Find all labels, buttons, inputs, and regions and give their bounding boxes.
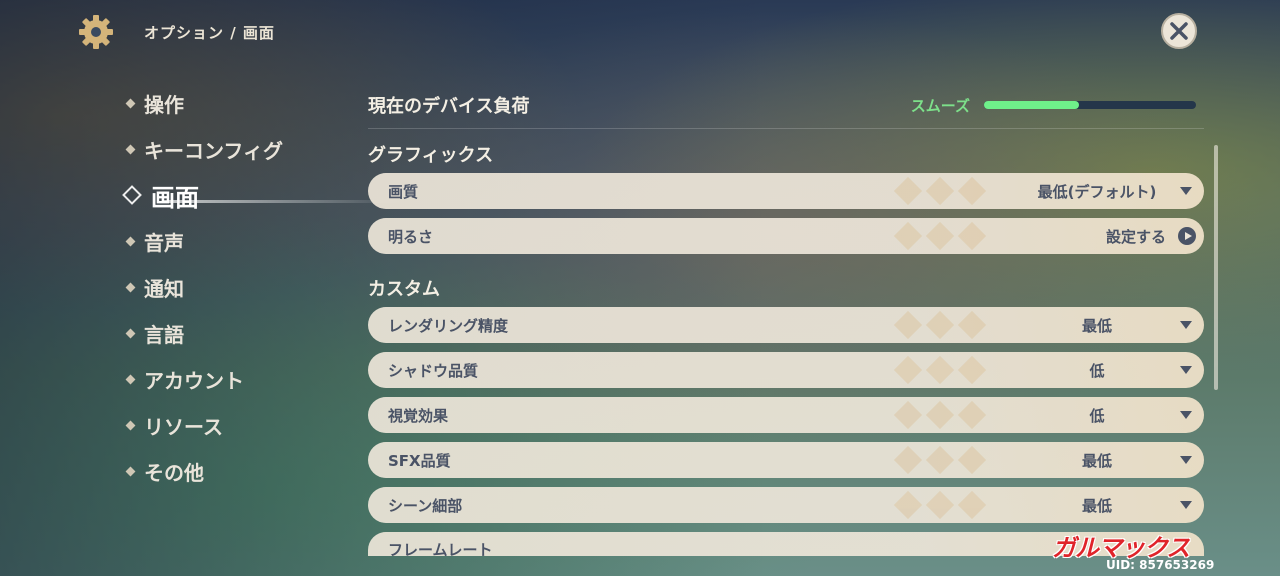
sidebar-item-graphics[interactable]: 画面 <box>122 172 402 218</box>
header: オプション / 画面 <box>78 14 275 50</box>
sidebar-item-notifications[interactable]: 通知 <box>122 264 342 310</box>
sidebar-item-label: 音声 <box>144 230 184 255</box>
sidebar-item-controls[interactable]: 操作 <box>122 80 342 126</box>
setting-label: 明るさ <box>388 227 434 246</box>
chevron-down-icon <box>1180 187 1192 195</box>
bullet-icon <box>125 144 136 154</box>
close-icon <box>1170 22 1188 40</box>
setting-row-scene-detail[interactable]: シーン細部 最低 <box>368 487 1204 523</box>
scrollbar[interactable] <box>1214 145 1218 390</box>
setting-label: シャドウ品質 <box>388 361 479 380</box>
setting-label: 画質 <box>388 182 419 201</box>
chevron-down-icon <box>1180 456 1192 464</box>
setting-row-shadow-quality[interactable]: シャドウ品質 低 <box>368 352 1204 388</box>
sidebar-item-language[interactable]: 言語 <box>122 310 342 356</box>
setting-row-sfx-quality[interactable]: SFX品質 最低 <box>368 442 1204 478</box>
bullet-icon <box>125 466 136 476</box>
sidebar-item-label: 通知 <box>144 276 184 301</box>
sidebar-item-label: アカウント <box>144 368 244 393</box>
device-load-status: スムーズ <box>910 96 970 115</box>
setting-action-label: 設定する <box>1105 227 1166 246</box>
bullet-icon <box>125 328 136 338</box>
bullet-icon <box>125 374 136 384</box>
setting-row-visual-effects[interactable]: 視覚効果 低 <box>368 397 1204 433</box>
chevron-down-icon <box>1180 501 1192 509</box>
chevron-down-icon <box>1180 366 1192 374</box>
sidebar-item-label: 操作 <box>144 92 184 117</box>
play-icon <box>1178 227 1196 245</box>
active-bullet-icon <box>122 185 142 205</box>
sidebar-item-account[interactable]: アカウント <box>122 356 342 402</box>
setting-value: 最低(デフォルト) <box>1037 182 1157 201</box>
gear-icon <box>79 15 113 49</box>
sidebar-item-label: その他 <box>144 460 204 485</box>
setting-row-render-resolution[interactable]: レンダリング精度 最低 <box>368 307 1204 343</box>
section-title-graphics: グラフィックス <box>368 145 494 166</box>
setting-value: 最低 <box>1081 451 1112 470</box>
setting-value: 低 <box>1089 361 1105 380</box>
breadcrumb: オプション / 画面 <box>144 23 275 42</box>
bullet-icon <box>125 236 136 246</box>
bullet-icon <box>125 420 136 430</box>
setting-label: レンダリング精度 <box>388 316 509 335</box>
uid-label: UID: 857653269 <box>1106 558 1215 572</box>
setting-label: シーン細部 <box>388 496 463 515</box>
sidebar-item-resources[interactable]: リソース <box>122 402 342 448</box>
sidebar-item-label: 言語 <box>144 322 184 347</box>
bullet-icon <box>125 98 136 108</box>
setting-value: 最低 <box>1081 496 1112 515</box>
sidebar-item-audio[interactable]: 音声 <box>122 218 342 264</box>
device-load-title: 現在のデバイス負荷 <box>368 96 530 117</box>
section-title-custom: カスタム <box>368 279 440 300</box>
sidebar-item-label: キーコンフィグ <box>144 138 283 163</box>
device-load-fill <box>984 101 1080 109</box>
sidebar: 操作 キーコンフィグ 画面 音声 通知 言語 アカウント リソース その他 <box>122 80 402 494</box>
close-button[interactable] <box>1161 13 1197 49</box>
sidebar-item-label: 画面 <box>151 183 199 212</box>
chevron-down-icon <box>1180 411 1192 419</box>
chevron-down-icon <box>1180 321 1192 329</box>
settings-panel: 現在のデバイス負荷 スムーズ グラフィックス 画質 最低(デフォルト) 明るさ … <box>368 82 1204 556</box>
setting-value: 最低 <box>1081 316 1112 335</box>
setting-value: 低 <box>1089 406 1105 425</box>
device-load-row: 現在のデバイス負荷 スムーズ <box>368 82 1204 129</box>
setting-label: SFX品質 <box>388 451 451 470</box>
setting-label: 視覚効果 <box>388 406 449 425</box>
setting-row-quality[interactable]: 画質 最低(デフォルト) <box>368 173 1204 209</box>
sidebar-item-label: リソース <box>144 414 223 439</box>
sidebar-item-key-config[interactable]: キーコンフィグ <box>122 126 342 172</box>
bullet-icon <box>125 282 136 292</box>
sidebar-item-other[interactable]: その他 <box>122 448 342 494</box>
setting-row-brightness[interactable]: 明るさ 設定する <box>368 218 1204 254</box>
device-load-bar <box>984 101 1196 109</box>
